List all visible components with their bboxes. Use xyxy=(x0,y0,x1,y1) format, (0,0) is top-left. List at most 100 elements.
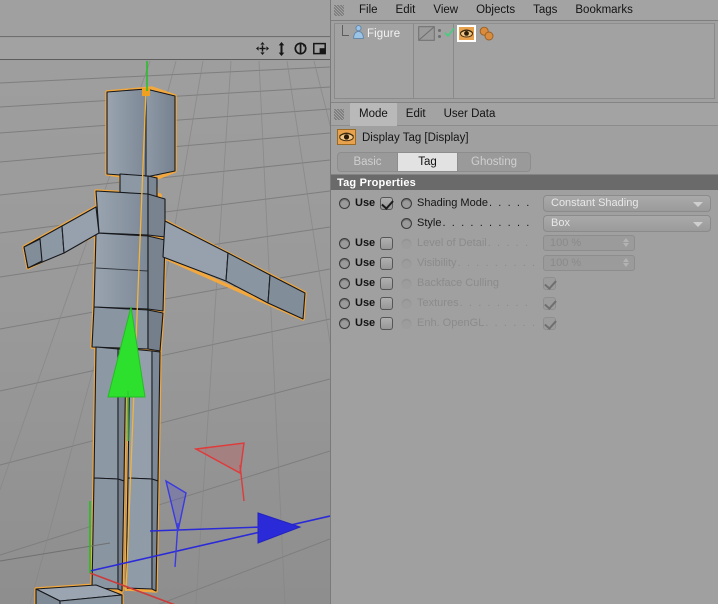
property-row-textures: Use Textures . . . . . . . . . . . . . .… xyxy=(331,293,718,313)
param-radio-backface-culling xyxy=(401,277,412,289)
use-checkbox-level-of-detail[interactable] xyxy=(380,236,394,250)
use-radio-enhanced-opengl[interactable] xyxy=(339,317,350,329)
menu-tags[interactable]: Tags xyxy=(524,0,566,21)
rotate-camera-icon[interactable] xyxy=(292,39,309,58)
control-cell-visibility: 100 % xyxy=(543,255,718,271)
menu-file[interactable]: File xyxy=(350,0,387,21)
label-cell-style: Style . . . . . . . . . . . . . . . xyxy=(393,217,543,229)
param-radio-shading-mode[interactable] xyxy=(401,197,412,209)
textures-checkbox[interactable] xyxy=(543,296,556,310)
param-radio-textures xyxy=(401,297,412,309)
cinema4d-window: File Edit View Objects Tags Bookmarks Fi… xyxy=(0,0,718,604)
right-panel: File Edit View Objects Tags Bookmarks Fi… xyxy=(330,0,718,604)
viewport-3d-scene[interactable] xyxy=(0,61,330,604)
attribute-title-label: Display Tag [Display] xyxy=(362,132,469,144)
control-cell-level-of-detail: 100 % xyxy=(543,235,718,251)
attr-menu-edit[interactable]: Edit xyxy=(397,103,435,126)
property-label-level-of-detail: Level of Detail . . . . . . . . . . . . … xyxy=(417,237,535,249)
object-manager[interactable]: Figure xyxy=(331,21,718,103)
visibility-value: 100 % xyxy=(550,257,582,269)
label-cell-textures: Textures . . . . . . . . . . . . . . . xyxy=(393,297,543,309)
param-radio-style[interactable] xyxy=(401,217,412,229)
enabled-check-icon[interactable] xyxy=(444,27,455,41)
material-tag-icon[interactable] xyxy=(478,26,495,41)
attribute-title-row: Display Tag [Display] xyxy=(331,126,718,150)
control-cell-textures xyxy=(543,296,718,310)
use-radio-visibility[interactable] xyxy=(339,257,350,269)
control-cell-backface-culling xyxy=(543,276,718,290)
use-cell-backface-culling[interactable]: Use xyxy=(331,276,394,290)
menu-view[interactable]: View xyxy=(424,0,467,21)
tab-tag[interactable]: Tag xyxy=(398,153,458,171)
property-label-enhanced-opengl: Enh. OpenGL . . . . . . . . . . . . xyxy=(417,317,535,329)
use-checkbox-visibility[interactable] xyxy=(380,256,394,270)
tab-ghosting[interactable]: Ghosting xyxy=(458,153,530,171)
label-cell-shading-mode: Shading Mode . . . . . . . . . . . . . .… xyxy=(393,197,543,209)
label-cell-level-of-detail: Level of Detail . . . . . . . . . . . . … xyxy=(393,237,543,249)
display-tag-icon[interactable] xyxy=(457,25,476,42)
stepper-icon[interactable] xyxy=(623,258,629,267)
control-cell-shading-mode: Constant Shading xyxy=(543,194,718,212)
stepper-icon[interactable] xyxy=(623,238,629,247)
backface-culling-checkbox[interactable] xyxy=(543,276,556,290)
property-label-shading-mode: Shading Mode . . . . . . . . . . . . . .… xyxy=(417,197,535,209)
tab-basic[interactable]: Basic xyxy=(338,153,398,171)
object-name-label: Figure xyxy=(367,27,401,40)
label-cell-enhanced-opengl: Enh. OpenGL . . . . . . . . . . . . xyxy=(393,317,543,329)
tag-properties-list: Use Shading Mode . . . . . . . . . . . .… xyxy=(331,190,718,333)
use-cell-textures[interactable]: Use xyxy=(331,296,394,310)
attr-panel-grip-icon[interactable] xyxy=(331,104,347,125)
move-camera-icon[interactable] xyxy=(254,39,271,58)
use-checkbox-textures[interactable] xyxy=(380,296,394,310)
layer-swatch-icon[interactable] xyxy=(418,26,435,41)
use-label: Use xyxy=(355,297,376,309)
property-row-level-of-detail: Use Level of Detail . . . . . . . . . . … xyxy=(331,233,718,253)
display-tag-icon xyxy=(337,128,356,148)
menu-bookmarks[interactable]: Bookmarks xyxy=(566,0,642,21)
zoom-camera-icon[interactable] xyxy=(273,39,290,58)
property-label-textures: Textures . . . . . . . . . . . . . . . xyxy=(417,297,535,309)
property-row-style: Style . . . . . . . . . . . . . . . Box xyxy=(331,213,718,233)
enhanced-opengl-checkbox[interactable] xyxy=(543,316,556,330)
level-of-detail-input[interactable]: 100 % xyxy=(543,235,635,251)
viewport-panel xyxy=(0,0,330,604)
object-visibility-column[interactable] xyxy=(415,24,455,43)
use-radio-shading-mode[interactable] xyxy=(339,197,350,209)
object-tags-column[interactable] xyxy=(455,24,495,43)
use-cell-visibility[interactable]: Use xyxy=(331,256,394,270)
attr-menu-mode[interactable]: Mode xyxy=(350,102,397,126)
viewport-toolbar xyxy=(0,38,330,60)
visibility-input[interactable]: 100 % xyxy=(543,255,635,271)
level-of-detail-value: 100 % xyxy=(550,237,582,249)
attribute-tabs: Basic Tag Ghosting xyxy=(331,150,718,174)
use-cell-enhanced-opengl[interactable]: Use xyxy=(331,316,394,330)
use-radio-level-of-detail[interactable] xyxy=(339,237,350,249)
object-row-figure[interactable]: Figure xyxy=(335,24,714,43)
use-radio-backface-culling[interactable] xyxy=(339,277,350,289)
use-cell-level-of-detail[interactable]: Use xyxy=(331,236,394,250)
property-row-shading-mode: Use Shading Mode . . . . . . . . . . . .… xyxy=(331,193,718,213)
property-row-enhanced-opengl: Use Enh. OpenGL . . . . . . . . . . . . xyxy=(331,313,718,333)
use-checkbox-enhanced-opengl[interactable] xyxy=(380,316,394,330)
figure-object-icon xyxy=(352,25,365,42)
shading-mode-dropdown[interactable]: Constant Shading xyxy=(543,194,711,212)
shading-mode-value: Constant Shading xyxy=(551,197,639,209)
label-cell-backface-culling: Backface Culling xyxy=(393,277,543,289)
use-checkbox-shading-mode[interactable] xyxy=(380,196,394,210)
use-cell-shading-mode[interactable]: Use xyxy=(331,196,394,210)
panel-grip-icon[interactable] xyxy=(331,0,347,21)
toggle-view-layout-icon[interactable] xyxy=(311,39,328,58)
style-dropdown[interactable]: Box xyxy=(543,214,711,232)
style-value: Box xyxy=(551,217,570,229)
attr-menu-user-data[interactable]: User Data xyxy=(435,103,505,126)
property-row-visibility: Use Visibility . . . . . . . . . . . . .… xyxy=(331,253,718,273)
use-checkbox-backface-culling[interactable] xyxy=(380,276,394,290)
param-radio-level-of-detail xyxy=(401,237,412,249)
menu-objects[interactable]: Objects xyxy=(467,0,524,21)
menu-edit[interactable]: Edit xyxy=(387,0,425,21)
use-label: Use xyxy=(355,277,376,289)
use-label: Use xyxy=(355,237,376,249)
use-radio-textures[interactable] xyxy=(339,297,350,309)
visibility-dots-icon[interactable] xyxy=(437,26,442,41)
control-cell-enhanced-opengl xyxy=(543,316,718,330)
